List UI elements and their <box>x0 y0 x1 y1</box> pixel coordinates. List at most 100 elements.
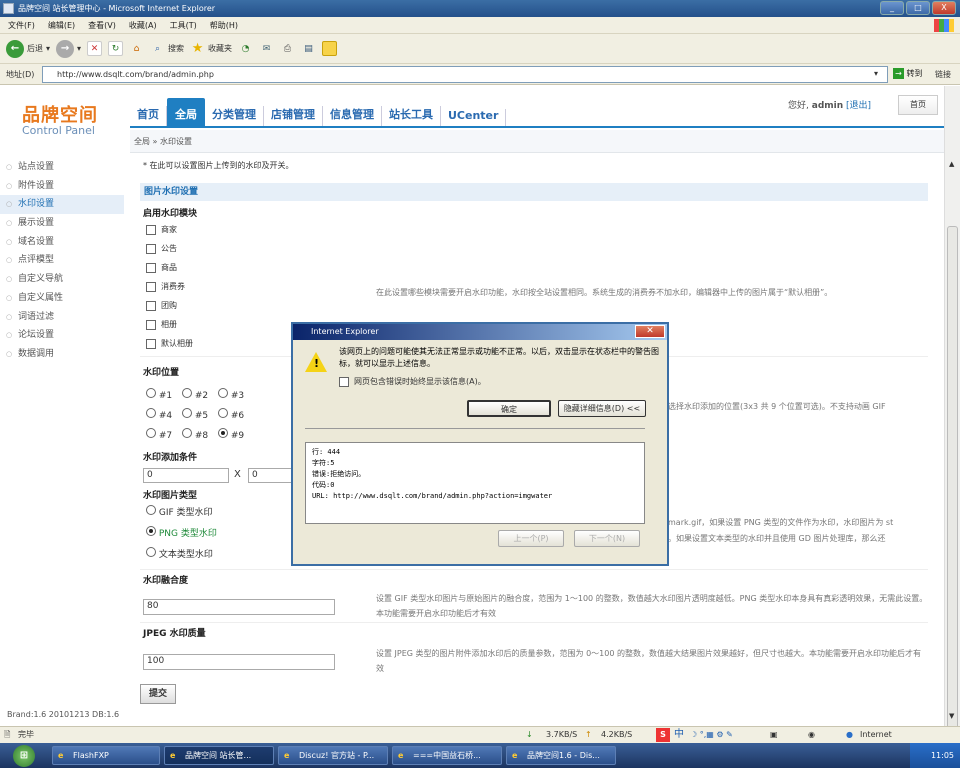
history-icon[interactable]: ◔ <box>238 41 253 56</box>
type-radio[interactable]: GIF 类型水印 <box>146 505 217 526</box>
vertical-scrollbar[interactable]: ▲ ▼ <box>944 86 960 768</box>
previous-button[interactable]: 上一个(P) <box>498 530 564 547</box>
module-checkbox[interactable]: 相册 <box>146 315 193 334</box>
system-clock[interactable]: 11:05 <box>910 743 960 768</box>
nav-shop[interactable]: 店铺管理 <box>264 106 323 127</box>
checkbox[interactable] <box>146 224 156 235</box>
ime-s-icon[interactable]: S <box>656 728 670 742</box>
module-checkbox[interactable]: 消费券 <box>146 277 193 296</box>
checkbox[interactable] <box>146 281 156 292</box>
sidebar-item-word-filter[interactable]: 词语过滤 <box>0 308 124 327</box>
ok-button[interactable]: 确定 <box>467 400 551 417</box>
type-radio[interactable]: 文本类型水印 <box>146 547 217 568</box>
folder-icon[interactable] <box>322 41 338 56</box>
sidebar-item-domain[interactable]: 域名设置 <box>0 233 124 252</box>
print-icon[interactable]: ⎙ <box>280 41 295 56</box>
radio[interactable] <box>218 388 228 398</box>
task-flashfxp[interactable]: FlashFXP <box>52 746 160 765</box>
stop-icon[interactable]: ✕ <box>87 41 103 56</box>
position-radio-selected[interactable]: #9 <box>218 428 254 441</box>
address-dropdown-icon[interactable]: ▾ <box>874 69 878 78</box>
favorites-button[interactable]: ★ 收藏夹 <box>190 41 232 56</box>
task-discuz[interactable]: Discuz! 官方站 - P... <box>278 746 388 765</box>
hide-details-button[interactable]: 隐藏详细信息(D) << <box>558 400 646 417</box>
checkbox[interactable] <box>146 338 156 349</box>
nav-ucenter[interactable]: UCenter <box>441 109 507 127</box>
position-radio[interactable]: #2 <box>182 388 218 401</box>
menu-file[interactable]: 文件(F) <box>8 17 35 33</box>
nav-tools[interactable]: 站长工具 <box>382 106 441 127</box>
radio[interactable] <box>218 428 228 438</box>
ime-toolbar-icon[interactable]: ☽ °,▦ ⚙ ✎ <box>690 727 733 743</box>
search-button[interactable]: ⌕ 搜索 <box>150 41 184 56</box>
nav-category[interactable]: 分类管理 <box>205 106 264 127</box>
position-radio[interactable]: #8 <box>182 428 218 441</box>
sidebar-item-review-model[interactable]: 点评模型 <box>0 251 124 270</box>
sidebar-item-watermark[interactable]: 水印设置 <box>0 195 124 215</box>
sidebar-item-data-call[interactable]: 数据调用 <box>0 345 124 364</box>
module-checkbox[interactable]: 默认相册 <box>146 334 193 353</box>
module-checkbox[interactable]: 商品 <box>146 258 193 277</box>
always-show-checkbox[interactable]: 网页包含错误时始终显示该信息(A)。 <box>339 376 486 387</box>
dialog-close-button[interactable]: ✕ <box>635 325 665 338</box>
sidebar-item-site[interactable]: 站点设置 <box>0 158 124 177</box>
sidebar-item-attachment[interactable]: 附件设置 <box>0 177 124 196</box>
back-button[interactable]: ← 后退 ▾ <box>6 39 50 58</box>
checkbox[interactable] <box>146 262 156 273</box>
maximize-button[interactable]: □ <box>906 1 930 15</box>
position-radio[interactable]: #5 <box>182 408 218 421</box>
nav-home[interactable]: 首页 <box>130 106 167 127</box>
refresh-icon[interactable]: ↻ <box>108 41 124 56</box>
radio[interactable] <box>218 408 228 418</box>
mail-icon[interactable]: ✉ <box>259 41 274 56</box>
home-button[interactable]: 首页 <box>898 95 938 115</box>
jpeg-quality-input[interactable]: 100 <box>143 654 335 670</box>
task-china-site[interactable]: ===中国益石桥... <box>392 746 502 765</box>
type-radio-selected[interactable]: PNG 类型水印 <box>146 526 217 547</box>
menu-edit[interactable]: 编辑(E) <box>48 17 75 33</box>
scrollbar-thumb[interactable] <box>947 226 958 768</box>
sidebar-item-display[interactable]: 展示设置 <box>0 214 124 233</box>
menu-help[interactable]: 帮助(H) <box>210 17 238 33</box>
forward-button[interactable]: → ▾ <box>56 39 81 58</box>
radio[interactable] <box>146 526 156 536</box>
start-button[interactable]: ⊞ <box>0 743 48 768</box>
radio[interactable] <box>146 428 156 438</box>
condition-width-input[interactable]: 0 <box>143 468 229 483</box>
home-icon[interactable]: ⌂ <box>129 41 144 56</box>
position-radio[interactable]: #3 <box>218 388 254 401</box>
radio[interactable] <box>182 428 192 438</box>
scroll-down-icon[interactable]: ▼ <box>949 712 954 720</box>
radio[interactable] <box>146 408 156 418</box>
menu-tools[interactable]: 工具(T) <box>170 17 197 33</box>
links-button[interactable]: 链接 <box>935 69 951 80</box>
checkbox[interactable] <box>146 243 156 254</box>
submit-button[interactable]: 提交 <box>140 684 176 704</box>
task-brand-discuz[interactable]: 品牌空间1.6 - Dis... <box>506 746 616 765</box>
radio[interactable] <box>182 388 192 398</box>
radio[interactable] <box>182 408 192 418</box>
radio[interactable] <box>146 547 156 557</box>
sidebar-item-custom-nav[interactable]: 自定义导航 <box>0 270 124 289</box>
position-radio[interactable]: #4 <box>146 408 182 421</box>
go-button[interactable]: → 转到 <box>893 68 923 79</box>
sidebar-item-forum[interactable]: 论坛设置 <box>0 326 124 345</box>
menu-favorites[interactable]: 收藏(A) <box>129 17 157 33</box>
minimize-button[interactable]: _ <box>880 1 904 15</box>
module-checkbox[interactable]: 团购 <box>146 296 193 315</box>
nav-info[interactable]: 信息管理 <box>323 106 382 127</box>
scroll-up-icon[interactable]: ▲ <box>949 160 954 168</box>
logout-link[interactable]: [退出] <box>846 101 871 111</box>
position-radio[interactable]: #1 <box>146 388 182 401</box>
position-radio[interactable]: #6 <box>218 408 254 421</box>
checkbox[interactable] <box>146 319 156 330</box>
radio[interactable] <box>146 505 156 515</box>
nav-global[interactable]: 全局 <box>167 98 205 127</box>
ime-mode[interactable]: 中 <box>674 727 684 743</box>
checkbox[interactable] <box>339 376 349 387</box>
task-brand-admin[interactable]: 品牌空间 站长管... <box>164 746 274 765</box>
close-button[interactable]: X <box>932 1 956 15</box>
position-radio[interactable]: #7 <box>146 428 182 441</box>
checkbox[interactable] <box>146 300 156 311</box>
radio[interactable] <box>146 388 156 398</box>
